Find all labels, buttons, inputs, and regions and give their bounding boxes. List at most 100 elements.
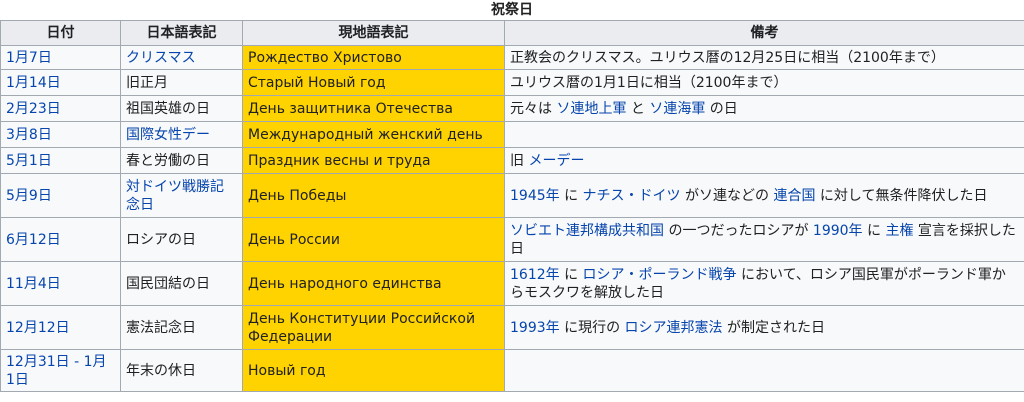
date-cell: 12月12日	[0, 305, 121, 350]
japanese-name-cell: 春と労働の日	[120, 147, 243, 174]
local-name-text: Праздник весны и труда	[248, 152, 431, 169]
japanese-name-cell: 祖国英雄の日	[120, 95, 243, 122]
note-cell: 1612年 に ロシア・ポーランド戦争 において、ロシア国民軍がポーランド軍から…	[504, 261, 1024, 306]
local-name-text: День Победы	[248, 187, 347, 204]
japanese-name-cell: 国際女性デー	[120, 121, 243, 148]
note-link[interactable]: ソビエト連邦構成共和国	[510, 223, 664, 239]
note-text: 旧	[510, 152, 529, 169]
date-link[interactable]: 2月23日	[6, 101, 61, 117]
japanese-name-cell: 憲法記念日	[120, 305, 243, 350]
date-cell: 12月31日 - 1月1日	[0, 349, 121, 392]
table-row: 12月31日 - 1月1日 年末の休日 Новый год	[0, 349, 1024, 392]
note-link[interactable]: メーデー	[528, 153, 584, 169]
note-link[interactable]: 1945年	[510, 188, 560, 204]
japanese-name-text: 年末の休日	[126, 362, 196, 379]
note-link[interactable]: ソ連地上軍	[556, 101, 626, 117]
local-name-text: День Конституции Российской Федерации	[248, 310, 476, 345]
note-link[interactable]: ナチス・ドイツ	[583, 188, 681, 204]
note-link[interactable]: 1993年	[510, 320, 560, 336]
date-link[interactable]: 11月4日	[6, 276, 61, 292]
note-text: の一つだったロシアが	[664, 222, 813, 239]
local-name-cell: День России	[242, 217, 505, 262]
table-caption: 祝祭日	[491, 2, 533, 18]
date-cell: 1月14日	[0, 69, 121, 96]
table-row: 11月4日 国民団結の日 День народного единства 1612年 …	[0, 261, 1024, 306]
date-cell: 5月1日	[0, 147, 121, 174]
note-cell: ユリウス暦の1月1日に相当（2100年まで）	[504, 69, 1024, 96]
local-name-text: Старый Новый год	[248, 74, 386, 91]
note-link[interactable]: ソ連海軍	[649, 101, 705, 117]
table-row: 5月1日 春と労働の日 Праздник весны и труда 旧 メーデー	[0, 147, 1024, 174]
local-name-cell: Праздник весны и труда	[242, 147, 505, 174]
local-name-text: Новый год	[248, 362, 326, 379]
date-link[interactable]: 12月31日 - 1月1日	[6, 354, 107, 388]
local-name-cell: День Победы	[242, 173, 505, 218]
note-text: ユリウス暦の1月1日に相当（2100年まで）	[510, 74, 788, 91]
japanese-name-cell: ロシアの日	[120, 217, 243, 262]
note-link[interactable]: ロシア・ポーランド戦争	[583, 267, 737, 283]
japanese-name-text: ロシアの日	[126, 231, 196, 248]
note-text: に	[559, 187, 583, 204]
japanese-name-cell: 年末の休日	[120, 349, 243, 392]
date-link[interactable]: 12月12日	[6, 320, 70, 336]
note-cell: 1993年 に現行の ロシア連邦憲法 が制定された日	[504, 305, 1024, 350]
note-link[interactable]: 1990年	[813, 223, 863, 239]
note-link[interactable]: 主権	[885, 223, 913, 239]
japanese-name-text: 旧正月	[126, 74, 168, 91]
note-link[interactable]: 1612年	[510, 267, 560, 283]
table-row: 3月8日 国際女性デー Международный женский день	[0, 121, 1024, 148]
japanese-name-link[interactable]: 国際女性デー	[126, 127, 210, 143]
date-link[interactable]: 1月7日	[6, 50, 52, 66]
date-cell: 3月8日	[0, 121, 121, 148]
note-cell: ソビエト連邦構成共和国 の一つだったロシアが 1990年 に 主権 宣言を採択し…	[504, 217, 1024, 262]
japanese-name-cell: 国民団結の日	[120, 261, 243, 306]
local-name-cell: Старый Новый год	[242, 69, 505, 96]
note-text: 正教会のクリスマス。ユリウス暦の12月25日に相当（2100年まで）	[510, 49, 945, 66]
note-text: がソ連などの	[680, 187, 774, 204]
japanese-name-text: 憲法記念日	[126, 319, 196, 336]
japanese-name-cell: クリスマス	[120, 45, 243, 70]
table-row: 1月7日 クリスマス Рождество Христово 正教会のクリスマス。ユリウ…	[0, 45, 1024, 70]
local-name-text: День народного единства	[248, 275, 442, 292]
holidays-table: 日付 日本語表記 現地語表記 備考 1月7日 クリスマス Рождество Хри…	[0, 20, 1024, 392]
note-cell	[504, 121, 1024, 148]
note-cell	[504, 349, 1024, 392]
note-text: に	[559, 266, 583, 283]
note-text: に対して無条件降伏した日	[815, 187, 988, 204]
local-name-cell: Рождество Христово	[242, 45, 505, 70]
date-cell: 1月7日	[0, 45, 121, 70]
date-link[interactable]: 6月12日	[6, 232, 61, 248]
table-row: 6月12日 ロシアの日 День России ソビエト連邦構成共和国 の一つだったロ…	[0, 217, 1024, 262]
japanese-name-cell: 対ドイツ戦勝記念日	[120, 173, 243, 218]
header-date[interactable]: 日付	[0, 20, 121, 46]
japanese-name-text: 国民団結の日	[126, 275, 210, 292]
date-link[interactable]: 1月14日	[6, 75, 61, 91]
header-japanese[interactable]: 日本語表記	[120, 20, 243, 46]
note-link[interactable]: 連合国	[773, 188, 815, 204]
header-local[interactable]: 現地語表記	[242, 20, 505, 46]
note-cell: 旧 メーデー	[504, 147, 1024, 174]
local-name-cell: День народного единства	[242, 261, 505, 306]
local-name-text: День защитника Отечества	[248, 100, 453, 117]
note-text: が制定された日	[722, 319, 825, 336]
local-name-cell: Новый год	[242, 349, 505, 392]
local-name-cell: Международный женский день	[242, 121, 505, 148]
japanese-name-text: 祖国英雄の日	[126, 100, 210, 117]
table-row: 1月14日 旧正月 Старый Новый год ユリウス暦の1月1日に相当（21…	[0, 69, 1024, 96]
note-cell: 正教会のクリスマス。ユリウス暦の12月25日に相当（2100年まで）	[504, 45, 1024, 70]
note-cell: 元々は ソ連地上軍 と ソ連海軍 の日	[504, 95, 1024, 122]
japanese-name-cell: 旧正月	[120, 69, 243, 96]
date-cell: 11月4日	[0, 261, 121, 306]
header-notes[interactable]: 備考	[504, 20, 1024, 46]
date-link[interactable]: 5月1日	[6, 153, 52, 169]
date-link[interactable]: 3月8日	[6, 127, 52, 143]
japanese-name-link[interactable]: クリスマス	[126, 50, 196, 66]
table-row: 12月12日 憲法記念日 День Конституции Российской Ф…	[0, 305, 1024, 350]
local-name-cell: День защитника Отечества	[242, 95, 505, 122]
local-name-cell: День Конституции Российской Федерации	[242, 305, 505, 350]
japanese-name-link[interactable]: 対ドイツ戦勝記念日	[126, 179, 224, 213]
date-link[interactable]: 5月9日	[6, 188, 52, 204]
table-row: 2月23日 祖国英雄の日 День защитника Отечества 元々は ソ…	[0, 95, 1024, 122]
note-link[interactable]: ロシア連邦憲法	[625, 320, 723, 336]
local-name-text: День России	[248, 231, 341, 248]
